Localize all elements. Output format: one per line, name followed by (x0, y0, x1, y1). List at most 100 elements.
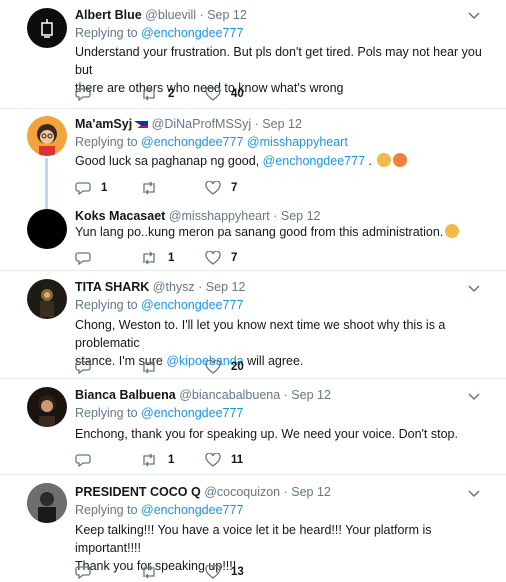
timestamp[interactable]: · Sep 12 (284, 388, 331, 402)
replying-to: Replying to @enchongdee777 (75, 26, 244, 40)
timestamp[interactable]: · Sep 12 (273, 209, 320, 223)
mention-link[interactable]: @enchongdee777 (141, 406, 243, 420)
handle[interactable]: @biancabalbuena (179, 388, 280, 402)
tweet-actions: 2 40 (75, 84, 375, 104)
tweet-actions: 20 (75, 357, 375, 377)
like-button[interactable]: 40 (205, 84, 244, 104)
like-button[interactable]: 7 (205, 178, 237, 198)
tweet-header: Ma'amSyj @DiNaProfMSSyj · Sep 12 (75, 117, 302, 131)
chevron-down-icon[interactable] (468, 285, 480, 293)
heart-icon (205, 453, 221, 467)
reply-button[interactable] (75, 84, 101, 104)
chevron-down-icon[interactable] (468, 490, 480, 498)
timestamp[interactable]: · Sep 12 (198, 280, 245, 294)
tweet-president-coco-q[interactable]: PRESIDENT COCO Q @cocoquizon · Sep 12 Re… (0, 475, 506, 582)
avatar[interactable] (27, 116, 67, 156)
mention-link[interactable]: @enchongdee777 (141, 135, 243, 149)
mention-link[interactable]: @enchongdee777 (141, 503, 243, 517)
heart-icon (205, 565, 221, 579)
like-button[interactable]: 20 (205, 357, 244, 377)
avatar[interactable] (27, 8, 67, 48)
display-name[interactable]: Albert Blue (75, 8, 142, 22)
timestamp[interactable]: · Sep 12 (284, 485, 331, 499)
blushing-face-icon (393, 153, 408, 167)
philippines-flag-icon (134, 119, 149, 128)
grinning-face-icon (445, 224, 460, 238)
retweet-button[interactable] (140, 357, 168, 377)
heart-icon (205, 181, 221, 195)
avatar[interactable] (27, 483, 67, 523)
avatar[interactable] (27, 387, 67, 427)
retweet-icon (143, 181, 155, 195)
display-name[interactable]: Koks Macasaet (75, 209, 165, 223)
heart-icon (205, 251, 221, 265)
tweet-koks-macasaet[interactable]: Koks Macasaet @misshappyheart · Sep 12 Y… (0, 205, 506, 269)
handle[interactable]: @cocoquizon (204, 485, 280, 499)
tweet-albert-blue[interactable]: Albert Blue @bluevill · Sep 12 Replying … (0, 0, 506, 108)
reply-button[interactable] (75, 562, 101, 582)
avatar[interactable] (27, 209, 67, 249)
handle[interactable]: @misshappyheart (169, 209, 270, 223)
reply-icon (75, 88, 91, 101)
reply-button[interactable]: 1 (75, 178, 107, 198)
reply-icon (75, 454, 91, 467)
heart-icon (205, 87, 221, 101)
display-name[interactable]: PRESIDENT COCO Q (75, 485, 201, 499)
retweet-icon (143, 453, 155, 467)
display-name[interactable]: TITA SHARK (75, 280, 149, 294)
retweet-button[interactable]: 1 (140, 248, 174, 268)
mention-link[interactable]: @enchongdee777 (141, 26, 243, 40)
like-button[interactable]: 13 (205, 562, 244, 582)
reply-button[interactable] (75, 450, 101, 470)
tweet-text: Good luck sa paghanap ng good, @enchongd… (75, 152, 485, 170)
like-button[interactable]: 11 (205, 450, 243, 470)
tweet-actions: 1 7 (75, 248, 375, 268)
like-button[interactable]: 7 (205, 248, 237, 268)
display-name[interactable]: Bianca Balbuena (75, 388, 176, 402)
handle[interactable]: @thysz (153, 280, 195, 294)
tweet-header: Bianca Balbuena @biancabalbuena · Sep 12 (75, 388, 331, 402)
tweet-tita-shark[interactable]: TITA SHARK @thysz · Sep 12 Replying to @… (0, 271, 506, 377)
retweet-icon (143, 360, 155, 374)
tweet-actions: 1 11 (75, 450, 375, 470)
tweet-actions: 13 (75, 562, 375, 582)
tweet-bianca-balbuena[interactable]: Bianca Balbuena @biancabalbuena · Sep 12… (0, 379, 506, 473)
replying-to: Replying to @enchongdee777 (75, 406, 244, 420)
tweet-actions: 1 7 (75, 178, 375, 198)
mention-link[interactable]: @enchongdee777 (263, 154, 365, 168)
retweet-button[interactable]: 1 (140, 450, 174, 470)
replying-to: Replying to @enchongdee777 (75, 503, 244, 517)
reply-feed: Albert Blue @bluevill · Sep 12 Replying … (0, 0, 506, 582)
tweet-header: PRESIDENT COCO Q @cocoquizon · Sep 12 (75, 485, 331, 499)
reply-icon (75, 361, 91, 374)
retweet-icon (143, 87, 155, 101)
tweet-header: Albert Blue @bluevill · Sep 12 (75, 8, 247, 22)
tweet-text: Yun lang po..kung meron pa sanang good f… (75, 223, 485, 241)
reply-icon (75, 252, 91, 265)
display-name[interactable]: Ma'amSyj (75, 117, 132, 131)
retweet-icon (143, 565, 155, 579)
retweet-button[interactable] (140, 178, 168, 198)
mention-link[interactable]: @enchongdee777 (141, 298, 243, 312)
retweet-button[interactable]: 2 (140, 84, 174, 104)
tweet-maamsyj[interactable]: Ma'amSyj @DiNaProfMSSyj · Sep 12 Replyin… (0, 109, 506, 210)
retweet-button[interactable] (140, 562, 168, 582)
reply-icon (75, 182, 91, 195)
reply-button[interactable] (75, 248, 101, 268)
tweet-header: TITA SHARK @thysz · Sep 12 (75, 280, 245, 294)
retweet-icon (143, 251, 155, 265)
heart-icon (205, 360, 221, 374)
replying-to: Replying to @enchongdee777 @misshappyhea… (75, 135, 348, 149)
avatar[interactable] (27, 279, 67, 319)
reply-icon (75, 566, 91, 579)
chevron-down-icon[interactable] (468, 12, 480, 20)
tweet-header: Koks Macasaet @misshappyheart · Sep 12 (75, 209, 321, 223)
handle[interactable]: @DiNaProfMSSyj (152, 117, 252, 131)
reply-button[interactable] (75, 357, 101, 377)
chevron-down-icon[interactable] (468, 393, 480, 401)
handle[interactable]: @bluevill (145, 8, 196, 22)
mention-link[interactable]: @misshappyheart (247, 135, 348, 149)
timestamp[interactable]: · Sep 12 (200, 8, 247, 22)
timestamp[interactable]: · Sep 12 (255, 117, 302, 131)
thread-line (45, 158, 48, 210)
